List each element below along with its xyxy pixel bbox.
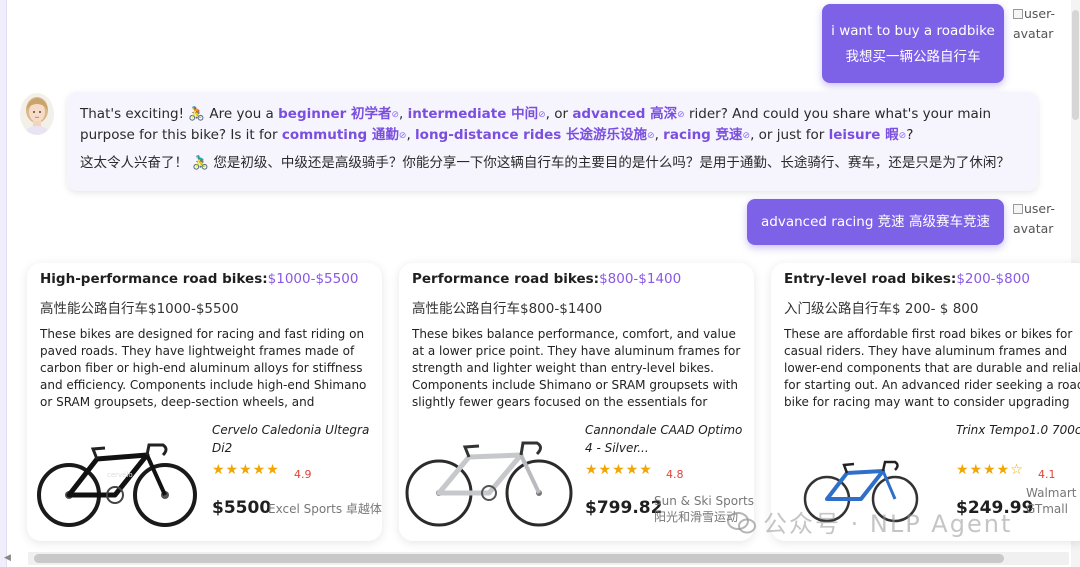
- product-price: $5500: [212, 498, 272, 518]
- rating-value: 4.1: [1038, 468, 1056, 481]
- card-description: These bikes are designed for racing and …: [40, 327, 367, 409]
- option-check-icon: ⊘: [391, 110, 400, 120]
- card-price-range: $800-$1400: [599, 271, 682, 287]
- watermark: 公众号 · NLP Agent: [727, 504, 1012, 541]
- product-price: $799.82: [585, 498, 663, 518]
- user-avatar: user-avatar: [1013, 199, 1073, 239]
- bike-category-card-entry-level[interactable]: Entry-level road bikes:$200-$800 入门级公路自行…: [771, 263, 1080, 541]
- card-title-zh: 入门级公路自行车$ 200- $ 800: [784, 301, 979, 317]
- option-racing[interactable]: racing 竞速⊘: [663, 127, 750, 143]
- card-title-text: Performance road bikes:: [412, 271, 600, 287]
- bike-photo: [403, 425, 573, 533]
- user-message-1: i want to buy a roadbike 我想买一辆公路自行车: [822, 4, 1004, 83]
- option-check-icon: ⊘: [742, 131, 751, 141]
- card-title-zh: 高性能公路自行车$1000-$5500: [40, 301, 239, 317]
- card-title-text: High-performance road bikes:: [40, 271, 268, 287]
- option-advanced[interactable]: advanced 高深⊘: [572, 106, 684, 122]
- assistant-text: ,: [406, 127, 416, 143]
- option-commuting[interactable]: commuting 通勤⊘: [282, 127, 407, 143]
- broken-image-icon: [1013, 9, 1023, 19]
- option-racing-label: racing 竞速: [663, 127, 743, 143]
- scroll-left-arrow-icon[interactable]: ◀: [4, 553, 11, 563]
- option-commuting-label: commuting 通勤: [281, 127, 399, 143]
- wechat-icon: [727, 511, 757, 541]
- store-name: Walmart GTmall: [1026, 486, 1077, 516]
- option-advanced-label: advanced 高深: [572, 106, 678, 122]
- rating-value: 4.8: [666, 468, 684, 481]
- user-message-2: advanced racing 竞速 高级赛车竞速: [747, 199, 1004, 245]
- user-message-1-en: i want to buy a roadbike: [831, 23, 995, 39]
- assistant-message-zh: 这太令人兴奋了！ 🚴‍♂️ 您是初级、中级还是高级骑手？你能分享一下你这辆自行车…: [80, 155, 1010, 171]
- option-intermediate-label: intermediate 中间: [407, 106, 539, 122]
- watermark-text: 公众号 · NLP Agent: [763, 510, 1013, 538]
- bike-photo: cervélo: [35, 425, 197, 533]
- option-beginner[interactable]: beginner 初学者⊘: [278, 106, 399, 122]
- user-avatar: user-avatar: [1013, 4, 1073, 44]
- assistant-avatar: [20, 93, 54, 135]
- bike-category-card-performance[interactable]: Performance road bikes:$800-$1400 高性能公路自…: [399, 263, 754, 541]
- card-description: These are affordable first road bikes or…: [784, 327, 1080, 409]
- option-check-icon: ⊘: [677, 110, 685, 120]
- option-beginner-label: beginner 初学者: [278, 106, 392, 122]
- star-rating-icon: ★★★★★: [585, 462, 653, 478]
- bike-category-card-high-performance[interactable]: High-performance road bikes:$1000-$5500 …: [27, 263, 382, 541]
- product-name[interactable]: Cannondale CAAD Optimo 4 - Silver...: [585, 421, 750, 457]
- assistant-text: ?: [906, 127, 914, 143]
- card-title: Performance road bikes:$800-$1400: [412, 271, 681, 287]
- option-check-icon: ⊘: [647, 131, 655, 141]
- left-panel-edge: [0, 0, 7, 567]
- assistant-message: That's exciting! 🚴 Are you a beginner 初学…: [67, 92, 1038, 191]
- rating-value: 4.9: [294, 468, 312, 481]
- assistant-text: , or: [545, 106, 573, 122]
- card-description: These bikes balance performance, comfort…: [412, 327, 741, 409]
- assistant-text: , or just for: [750, 127, 829, 143]
- card-title: Entry-level road bikes:$200-$800: [784, 271, 1030, 287]
- option-leisure[interactable]: leisure 暇⊘: [829, 127, 907, 143]
- broken-image-icon: [1013, 204, 1023, 214]
- assistant-text: ,: [654, 127, 664, 143]
- option-intermediate[interactable]: intermediate 中间⊘: [408, 106, 546, 122]
- card-title: High-performance road bikes:$1000-$5500: [40, 271, 358, 287]
- svg-text:cervélo: cervélo: [107, 471, 133, 479]
- option-long-distance-label: long-distance rides 长途游乐设施: [415, 127, 648, 143]
- vertical-scrollbar-thumb[interactable]: [1072, 10, 1079, 120]
- star-rating-icon: ★★★★★: [212, 462, 280, 478]
- product-name[interactable]: Cervelo Caledonia Ultegra Di2: [212, 421, 377, 457]
- option-leisure-label: leisure 暇: [828, 127, 899, 143]
- product-name[interactable]: Trinx Tempo1.0 700c 21 Speed Racing Bicy…: [956, 421, 1080, 439]
- product-listing[interactable]: cervélo Cervelo Caledonia Ultegra Di2 ★★…: [27, 413, 382, 541]
- user-message-1-zh: 我想买一辆公路自行车: [845, 49, 981, 65]
- star-rating-icon: ★★★★☆: [956, 462, 1024, 478]
- option-check-icon: ⊘: [538, 110, 546, 120]
- store-name: Excel Sports 卓越体育: [268, 502, 382, 516]
- horizontal-scrollbar-thumb[interactable]: [34, 554, 1004, 563]
- product-listing[interactable]: Cannondale CAAD Optimo 4 - Silver... ★★★…: [399, 413, 754, 541]
- assistant-message-en: That's exciting! 🚴 Are you a beginner 初学…: [80, 104, 1025, 146]
- horizontal-scrollbar[interactable]: ◀: [4, 552, 1069, 565]
- card-title-zh: 高性能公路自行车$800-$1400: [412, 301, 603, 317]
- card-price-range: $1000-$5500: [267, 271, 359, 287]
- option-long-distance[interactable]: long-distance rides 长途游乐设施⊘: [415, 127, 655, 143]
- card-title-text: Entry-level road bikes:: [784, 271, 957, 287]
- assistant-text: That's exciting! 🚴 Are you a: [80, 106, 279, 122]
- assistant-text: ,: [399, 106, 408, 122]
- card-price-range: $200-$800: [956, 271, 1030, 287]
